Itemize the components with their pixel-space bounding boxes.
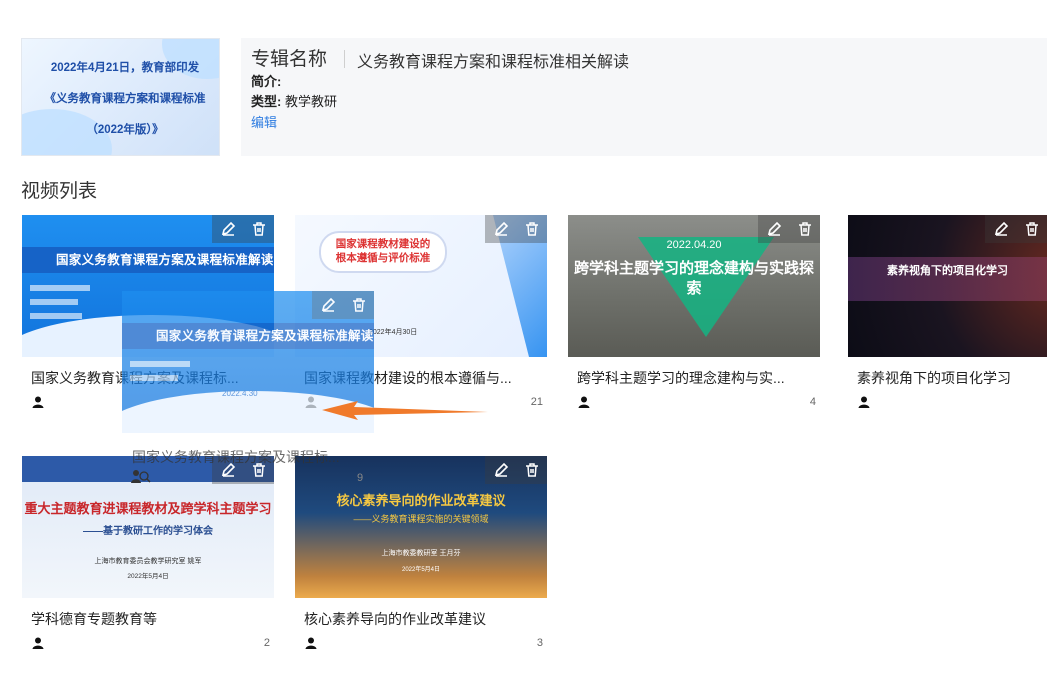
trash-icon[interactable] — [521, 459, 543, 481]
trash-icon[interactable] — [1021, 218, 1043, 240]
thumbnail-title: 核心素养导向的作业改革建议 — [336, 493, 506, 508]
album-cover-text: 2022年4月21日，教育部印发《义务教育课程方案和课程标准（2022年版）》 — [44, 62, 206, 136]
view-count: 2 — [263, 637, 270, 649]
video-title[interactable]: 跨学科主题学习的理念建构与实... — [577, 368, 813, 388]
divider — [344, 50, 345, 68]
drag-ghost-thumbnail-title: 国家义务教育课程方案及课程标准解读 — [156, 329, 374, 343]
drag-ghost-thumbnail-date: 2022.4.30 — [222, 389, 258, 398]
thumbnail-date: 2022年5月4日 — [401, 567, 441, 573]
trash-icon[interactable] — [794, 218, 816, 240]
view-count: 4 — [809, 396, 816, 408]
drag-ghost-count: 9 — [357, 472, 364, 484]
video-title[interactable]: 素养视角下的项目化学习 — [857, 368, 1047, 388]
edit-icon[interactable] — [763, 218, 785, 240]
view-count: 21 — [530, 396, 543, 408]
edit-icon[interactable] — [217, 218, 239, 240]
thumbnail-subtitle: ——基于教研工作的学习体会 — [83, 526, 213, 537]
album-name-label: 专辑名称 — [251, 49, 328, 70]
user-icon — [32, 637, 44, 649]
thumbnail-org: 上海市教委教研室 王月芬 — [381, 550, 461, 557]
edit-album-link[interactable]: 编辑 — [251, 112, 277, 131]
trash-icon[interactable] — [521, 218, 543, 240]
card-actions — [485, 456, 547, 484]
drag-ghost-title: 国家义务教育课程方案及课程标... — [132, 449, 340, 465]
card-actions — [758, 215, 820, 243]
user-icon — [858, 396, 870, 408]
thumbnail-title: 素养视角下的项目化学习 — [887, 265, 1008, 277]
edit-icon — [317, 294, 339, 316]
thumbnail-subtitle: ——义务教育课程实施的关键领域 — [353, 514, 489, 524]
card-actions — [485, 215, 547, 243]
video-title[interactable]: 学科德育专题教育等 — [31, 609, 267, 629]
thumbnail-date: 2022年5月4日 — [127, 573, 169, 580]
thumbnail-title: 国家课程教材建设的根本遵循与评价标准 — [335, 238, 431, 264]
album-cover-image: 2022年4月21日，教育部印发《义务教育课程方案和课程标准（2022年版）》 — [21, 38, 220, 156]
album-type: 类型: 教学教研 — [251, 91, 337, 110]
video-card[interactable]: 重大主题教育进课程教材及跨学科主题学习 ——基于教研工作的学习体会 上海市教育委… — [22, 456, 274, 676]
edit-icon[interactable] — [490, 218, 512, 240]
album-type-label: 类型: — [251, 94, 282, 109]
album-name: 义务教育课程方案和课程标准相关解读 — [357, 54, 630, 71]
album-intro-label: 简介: — [251, 74, 282, 89]
user-icon — [32, 396, 44, 408]
album-type-value: 教学教研 — [284, 94, 337, 109]
thumbnail-title: 跨学科主题学习的理念建构与实践探索 — [573, 260, 814, 297]
thumbnail-title: 重大主题教育进课程教材及跨学科主题学习 — [24, 501, 272, 516]
thumbnail-org: 上海市教育委员会教学研究室 姚军 — [94, 558, 202, 565]
drag-ghost-card[interactable]: 国家义务教育课程方案及课程标准解读 2022.4.30 国家义务教育课程方案及课… — [122, 291, 374, 465]
card-actions — [212, 215, 274, 243]
thumbnail-title: 国家义务教育课程方案及课程标准解读 — [56, 253, 274, 267]
card-actions — [312, 291, 374, 319]
trash-icon[interactable] — [248, 218, 270, 240]
video-thumbnail[interactable]: 素养视角下的项目化学习 — [848, 215, 1047, 357]
edit-icon[interactable] — [990, 218, 1012, 240]
thumbnail-date: 2022年4月30日 — [369, 329, 418, 336]
user-icon — [578, 396, 590, 408]
video-title[interactable]: 核心素养导向的作业改革建议 — [304, 609, 540, 629]
user-icon — [305, 637, 317, 649]
card-actions — [985, 215, 1047, 243]
video-card[interactable]: 2022.04.20 跨学科主题学习的理念建构与实践探索 跨学科主题学习的理念建… — [568, 215, 820, 435]
drag-arrow-icon — [322, 401, 488, 420]
video-thumbnail[interactable]: 核心素养导向的作业改革建议 ——义务教育课程实施的关键领域 上海市教委教研室 王… — [295, 456, 547, 598]
video-card[interactable]: 素养视角下的项目化学习 素养视角下的项目化学习 — [848, 215, 1047, 435]
trash-icon — [348, 294, 370, 316]
video-list-title: 视频列表 — [21, 181, 98, 202]
video-card[interactable]: 核心素养导向的作业改革建议 ——义务教育课程实施的关键领域 上海市教委教研室 王… — [295, 456, 547, 676]
album-info-panel: 专辑名称 义务教育课程方案和课程标准相关解读 简介: 类型: 教学教研 编辑 — [241, 38, 1047, 156]
user-search-icon — [131, 470, 151, 483]
edit-icon[interactable] — [490, 459, 512, 481]
view-count: 3 — [536, 637, 543, 649]
video-thumbnail[interactable]: 2022.04.20 跨学科主题学习的理念建构与实践探索 — [568, 215, 820, 357]
